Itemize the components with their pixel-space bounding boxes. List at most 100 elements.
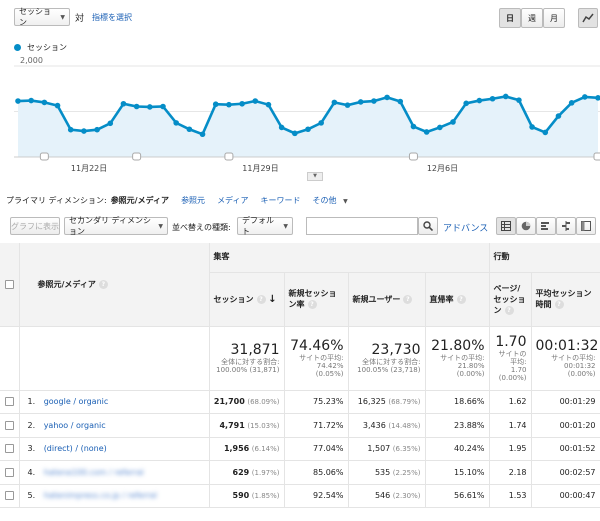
data-point bbox=[555, 113, 562, 119]
total-sessions-sub: 全体に対する割合: 100.00% (31,871) bbox=[216, 358, 280, 374]
data-point bbox=[463, 100, 469, 107]
sessions-column-header[interactable]: セッション? ↓ bbox=[209, 272, 285, 327]
row-source-link[interactable]: yahoo / organic bbox=[44, 421, 106, 430]
data-point bbox=[67, 126, 74, 133]
row-checkbox[interactable] bbox=[4, 491, 14, 501]
help-icon[interactable]: ? bbox=[307, 300, 317, 309]
avg-session-duration-column-header[interactable]: 平均セッション時間? bbox=[531, 272, 600, 327]
row-bounce: 56.61% bbox=[425, 484, 490, 508]
sort-type-select[interactable]: デフォルト ▼ bbox=[237, 216, 293, 236]
chevron-down-icon: ▼ bbox=[158, 222, 163, 230]
row-new-users: 546 bbox=[374, 491, 391, 501]
secondary-dimension-select[interactable]: セカンダリ ディメンション ▼ bbox=[64, 216, 168, 236]
row-number: 3. bbox=[27, 444, 36, 454]
help-icon[interactable]: ? bbox=[456, 294, 466, 304]
annotation-marker bbox=[408, 152, 418, 161]
row-duration: 00:01:20 bbox=[531, 413, 600, 438]
table-row: 4. hatena100.com / referral 629 (1.97%) 85… bbox=[0, 460, 600, 485]
dimension-other[interactable]: その他 ▼ bbox=[313, 195, 348, 206]
primary-dimension-bar: プライマリ ディメンション: 参照元/メディア 参照元 メディア キーワード そ… bbox=[6, 195, 348, 206]
select-metric-link[interactable]: 指標を選択 bbox=[92, 12, 132, 23]
row-new-rate: 75.23% bbox=[284, 390, 349, 414]
vs-label: 対 bbox=[75, 14, 85, 24]
metric-select[interactable]: セッション ▼ bbox=[14, 7, 70, 27]
data-point bbox=[529, 124, 535, 130]
dimension-column-header[interactable]: 参照元/メディア? bbox=[19, 243, 210, 327]
chart-collapse-handle[interactable]: ▼ bbox=[307, 172, 323, 181]
pie-view-icon[interactable] bbox=[516, 217, 536, 235]
data-point bbox=[147, 104, 153, 110]
comparison-view-icon[interactable] bbox=[556, 217, 576, 235]
metric-select-value: セッション bbox=[19, 7, 51, 27]
help-icon[interactable]: ? bbox=[504, 305, 514, 315]
data-point bbox=[199, 131, 206, 138]
acquisition-group-header: 集客 bbox=[209, 243, 490, 273]
data-point bbox=[489, 95, 496, 102]
data-point bbox=[331, 99, 338, 106]
data-point bbox=[94, 126, 100, 133]
period-day-button[interactable]: 日 bbox=[499, 8, 521, 28]
sessions-chart: 2,0001,00011月22日11月29日12月6日12月13日 bbox=[0, 55, 600, 183]
search-input[interactable] bbox=[306, 217, 418, 235]
pivot-view-icon[interactable] bbox=[576, 217, 596, 235]
chevron-down-icon: ▼ bbox=[60, 13, 65, 21]
plot-rows-button[interactable]: グラフに表示 bbox=[10, 217, 60, 235]
bounce-rate-column-header[interactable]: 直帰率? bbox=[425, 272, 490, 327]
row-sessions: 590 bbox=[232, 491, 250, 501]
line-chart-icon[interactable] bbox=[578, 8, 598, 28]
row-new-users-pct: (14.48%) bbox=[388, 421, 421, 430]
data-point bbox=[542, 129, 549, 136]
help-icon[interactable]: ? bbox=[256, 294, 266, 304]
row-duration: 00:02:57 bbox=[531, 460, 600, 485]
dimension-keyword[interactable]: キーワード bbox=[261, 195, 301, 206]
row-new-users: 3,436 bbox=[362, 420, 386, 430]
row-new-users-pct: (2.30%) bbox=[392, 492, 421, 501]
table-view-icon[interactable] bbox=[496, 217, 516, 235]
row-source-link[interactable]: (direct) / (none) bbox=[44, 444, 107, 453]
new-session-rate-column-header[interactable]: 新規セッション率? bbox=[284, 272, 349, 327]
help-icon[interactable]: ? bbox=[98, 279, 108, 289]
dimension-source-medium[interactable]: 参照元/メディア bbox=[111, 195, 169, 206]
select-all-checkbox[interactable] bbox=[4, 279, 14, 289]
period-week-button[interactable]: 週 bbox=[521, 8, 543, 28]
total-bounce: 21.80% bbox=[431, 338, 485, 354]
data-point bbox=[226, 101, 232, 108]
pages-per-session-column-header[interactable]: ページ/セッション? bbox=[489, 272, 532, 327]
row-checkbox[interactable] bbox=[4, 420, 14, 430]
row-checkbox[interactable] bbox=[4, 397, 14, 407]
data-point bbox=[252, 98, 259, 104]
chart-legend: セッション bbox=[14, 42, 67, 53]
row-duration: 00:00:47 bbox=[531, 484, 600, 508]
secondary-dimension-label: セカンダリ ディメンション bbox=[69, 216, 151, 236]
row-number: 4. bbox=[27, 467, 36, 477]
row-source-link[interactable]: hatena100.com / referral bbox=[44, 468, 144, 477]
data-point bbox=[28, 97, 34, 104]
row-pages: 1.62 bbox=[489, 390, 532, 414]
performance-view-icon[interactable] bbox=[536, 217, 556, 235]
row-source-link[interactable]: google / organic bbox=[44, 397, 109, 406]
total-bounce-sub: サイトの平均: 21.80% (0.00%) bbox=[440, 354, 485, 378]
help-icon[interactable]: ? bbox=[554, 300, 564, 309]
data-point bbox=[476, 97, 483, 104]
table-row: 1. google / organic 21,700 (68.09%) 75.23%… bbox=[0, 390, 600, 414]
row-checkbox[interactable] bbox=[4, 467, 14, 477]
legend-label: セッション bbox=[27, 43, 67, 52]
new-users-column-header[interactable]: 新規ユーザー? bbox=[348, 272, 426, 327]
advanced-link[interactable]: アドバンス bbox=[443, 221, 488, 234]
data-point bbox=[318, 120, 324, 126]
row-bounce: 40.24% bbox=[425, 437, 490, 461]
row-source-link[interactable]: hatenimpress.co.jp / referral bbox=[44, 491, 157, 500]
dimension-medium[interactable]: メディア bbox=[217, 195, 248, 206]
data-point bbox=[186, 126, 193, 133]
help-icon[interactable]: ? bbox=[403, 294, 413, 304]
data-point bbox=[292, 130, 298, 137]
sort-type-value: デフォルト bbox=[242, 216, 274, 236]
annotation-marker bbox=[593, 152, 600, 161]
dimension-source[interactable]: 参照元 bbox=[181, 195, 205, 206]
search-icon[interactable] bbox=[418, 217, 438, 235]
row-checkbox[interactable] bbox=[4, 444, 14, 454]
data-point bbox=[423, 129, 430, 135]
legend-dot-icon bbox=[14, 44, 21, 51]
period-month-button[interactable]: 月 bbox=[543, 8, 565, 28]
period-toggle: 日 週 月 bbox=[499, 8, 565, 28]
